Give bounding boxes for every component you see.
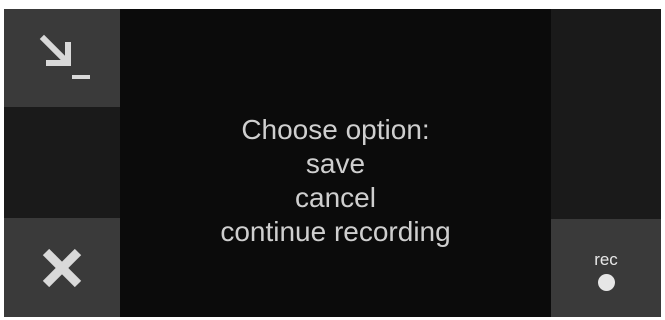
option-save[interactable]: save (120, 147, 551, 181)
minimize-button[interactable] (4, 9, 120, 107)
close-button[interactable] (4, 218, 120, 317)
close-x-icon (42, 248, 82, 287)
minimize-arrow-icon (39, 34, 90, 79)
record-label: rec (594, 250, 618, 269)
option-cancel[interactable]: cancel (120, 181, 551, 215)
options-dialog: Choose option: save cancel continue reco… (120, 113, 551, 249)
option-continue-recording[interactable]: continue recording (120, 215, 551, 249)
recording-screen: rec Choose option: save cancel continue … (4, 9, 661, 317)
dialog-prompt: Choose option: (241, 114, 430, 145)
record-dot-icon (597, 274, 615, 291)
record-button[interactable]: rec (551, 219, 661, 317)
